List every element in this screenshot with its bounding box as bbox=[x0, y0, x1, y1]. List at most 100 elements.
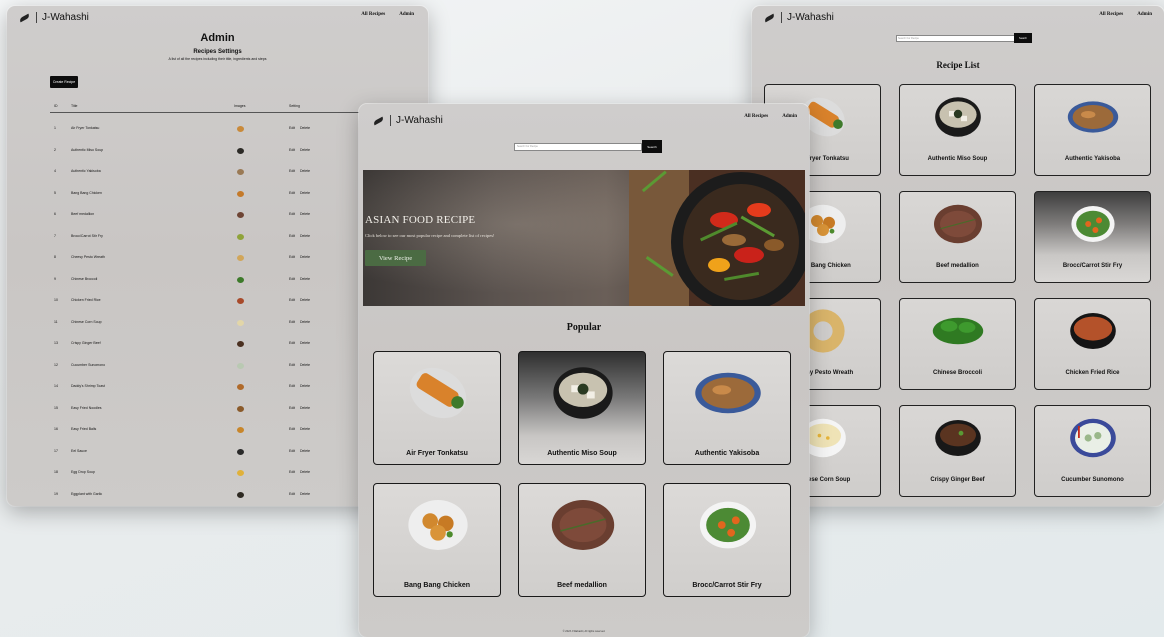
popular-recipe-card[interactable]: Authentic Miso Soup bbox=[518, 351, 646, 465]
recipe-image bbox=[394, 354, 482, 432]
row-id: 1 bbox=[54, 126, 56, 130]
recipe-card[interactable]: Beef medallion bbox=[899, 191, 1016, 283]
popular-recipe-card[interactable]: Brocc/Carrot Stir Fry bbox=[663, 483, 791, 597]
delete-button[interactable]: Delete bbox=[300, 255, 310, 259]
recipe-card[interactable]: Cucumber Sunomono bbox=[1034, 405, 1151, 497]
delete-button[interactable]: Delete bbox=[300, 191, 310, 195]
popular-recipe-card[interactable]: Authentic Yakisoba bbox=[663, 351, 791, 465]
delete-button[interactable]: Delete bbox=[300, 363, 310, 367]
row-title: Daddy's Shrimp Toast bbox=[71, 384, 105, 388]
row-title: Bang Bang Chicken bbox=[71, 190, 102, 195]
recipe-thumbnail bbox=[237, 126, 244, 132]
edit-button[interactable]: Edit bbox=[289, 298, 295, 302]
delete-button[interactable]: Delete bbox=[300, 148, 310, 152]
nav-admin[interactable]: Admin bbox=[399, 12, 414, 17]
recipe-thumbnail bbox=[237, 491, 244, 498]
section-description: A list of all the recipes including thei… bbox=[168, 57, 267, 61]
recipe-image bbox=[539, 486, 627, 564]
recipe-image bbox=[918, 194, 998, 254]
view-recipe-button[interactable]: View Recipe bbox=[365, 250, 426, 266]
delete-button[interactable]: Delete bbox=[300, 234, 310, 238]
delete-button[interactable]: Delete bbox=[300, 449, 310, 453]
edit-button[interactable]: Edit bbox=[289, 427, 295, 431]
edit-button[interactable]: Edit bbox=[289, 449, 295, 453]
delete-button[interactable]: Delete bbox=[300, 169, 310, 173]
leaf-icon bbox=[18, 13, 31, 22]
recipe-name: Chinese Broccoli bbox=[932, 370, 982, 376]
recipe-name: Chicken Fried Rice bbox=[1065, 370, 1120, 376]
nav-admin[interactable]: Admin bbox=[782, 114, 797, 119]
row-id: 8 bbox=[54, 255, 56, 259]
edit-button[interactable]: Edit bbox=[289, 126, 295, 130]
popular-recipe-card[interactable]: Bang Bang Chicken bbox=[373, 483, 501, 597]
edit-button[interactable]: Edit bbox=[289, 341, 295, 345]
recipe-card[interactable]: Chinese Broccoli bbox=[899, 298, 1016, 390]
recipe-card[interactable]: Chicken Fried Rice bbox=[1034, 298, 1151, 390]
row-title: Authentic Yakisoba bbox=[71, 169, 101, 173]
hero-banner: ASIAN FOOD RECIPE Click below to see our… bbox=[363, 170, 805, 306]
nav-all-recipes[interactable]: All Recipes bbox=[361, 12, 385, 17]
delete-button[interactable]: Delete bbox=[300, 492, 310, 496]
popular-recipe-card[interactable]: Air Fryer Tonkatsu bbox=[373, 351, 501, 465]
page-title: Admin bbox=[200, 32, 235, 44]
delete-button[interactable]: Delete bbox=[300, 427, 310, 431]
recipe-card[interactable]: Crispy Ginger Beef bbox=[899, 405, 1016, 497]
row-id: 7 bbox=[54, 233, 56, 238]
recipe-name: Air Fryer Tonkatsu bbox=[406, 450, 468, 457]
delete-button[interactable]: Delete bbox=[300, 298, 310, 302]
delete-button[interactable]: Delete bbox=[300, 212, 310, 216]
brand-logo[interactable]: J-Wahashi bbox=[18, 12, 89, 23]
recipe-card[interactable]: Brocc/Carrot Stir Fry bbox=[1034, 191, 1151, 283]
brand-name: J-Wahashi bbox=[787, 12, 834, 23]
nav-links: All Recipes Admin bbox=[1099, 12, 1152, 17]
create-recipe-button[interactable]: Create Recipe bbox=[50, 76, 78, 88]
row-title: Authentic Miso Soup bbox=[71, 147, 104, 152]
recipe-thumbnail bbox=[237, 169, 244, 175]
edit-button[interactable]: Edit bbox=[289, 169, 295, 173]
row-title: Brocc/Carrot Stir Fry bbox=[71, 233, 103, 238]
delete-button[interactable]: Delete bbox=[300, 406, 310, 410]
delete-button[interactable]: Delete bbox=[300, 470, 310, 474]
edit-button[interactable]: Edit bbox=[289, 212, 295, 216]
recipe-name: Cucumber Sunomono bbox=[1061, 477, 1124, 483]
brand-logo[interactable]: J-Wahashi bbox=[372, 115, 443, 126]
edit-button[interactable]: Edit bbox=[289, 406, 295, 410]
brand-logo[interactable]: J-Wahashi bbox=[763, 12, 834, 23]
edit-button[interactable]: Edit bbox=[289, 255, 295, 259]
recipe-thumbnail bbox=[237, 448, 244, 455]
delete-button[interactable]: Delete bbox=[300, 341, 310, 345]
recipe-thumbnail bbox=[237, 233, 244, 240]
search-input[interactable]: Search For Recipe bbox=[514, 143, 642, 151]
edit-button[interactable]: Edit bbox=[289, 277, 295, 281]
delete-button[interactable]: Delete bbox=[300, 384, 310, 388]
edit-button[interactable]: Edit bbox=[289, 492, 295, 496]
edit-button[interactable]: Edit bbox=[289, 384, 295, 388]
row-id: 14 bbox=[54, 384, 58, 388]
nav-links: All Recipes Admin bbox=[361, 12, 414, 17]
delete-button[interactable]: Delete bbox=[300, 126, 310, 130]
edit-button[interactable]: Edit bbox=[289, 320, 295, 324]
delete-button[interactable]: Delete bbox=[300, 320, 310, 324]
row-id: 17 bbox=[54, 448, 58, 453]
recipe-thumbnail bbox=[237, 276, 244, 283]
search-input[interactable]: Search For Recipe bbox=[896, 35, 1015, 42]
nav-all-recipes[interactable]: All Recipes bbox=[1099, 12, 1123, 17]
search-button[interactable]: Search bbox=[1014, 33, 1032, 43]
recipe-thumbnail bbox=[237, 147, 244, 154]
row-title: Chicken Fried Rice bbox=[71, 298, 101, 302]
edit-button[interactable]: Edit bbox=[289, 363, 295, 367]
recipe-card[interactable]: Authentic Miso Soup bbox=[899, 84, 1016, 176]
edit-button[interactable]: Edit bbox=[289, 234, 295, 238]
edit-button[interactable]: Edit bbox=[289, 148, 295, 152]
nav-all-recipes[interactable]: All Recipes bbox=[744, 114, 768, 119]
delete-button[interactable]: Delete bbox=[300, 277, 310, 281]
nav-admin[interactable]: Admin bbox=[1137, 12, 1152, 17]
hero-title: ASIAN FOOD RECIPE bbox=[365, 214, 476, 226]
edit-button[interactable]: Edit bbox=[289, 470, 295, 474]
search-button[interactable]: Search bbox=[642, 140, 662, 153]
recipe-card[interactable]: Authentic Yakisoba bbox=[1034, 84, 1151, 176]
row-title: Eggplant with Garlic bbox=[71, 491, 103, 496]
recipe-thumbnail bbox=[237, 341, 244, 347]
popular-recipe-card[interactable]: Beef medallion bbox=[518, 483, 646, 597]
edit-button[interactable]: Edit bbox=[289, 191, 295, 195]
